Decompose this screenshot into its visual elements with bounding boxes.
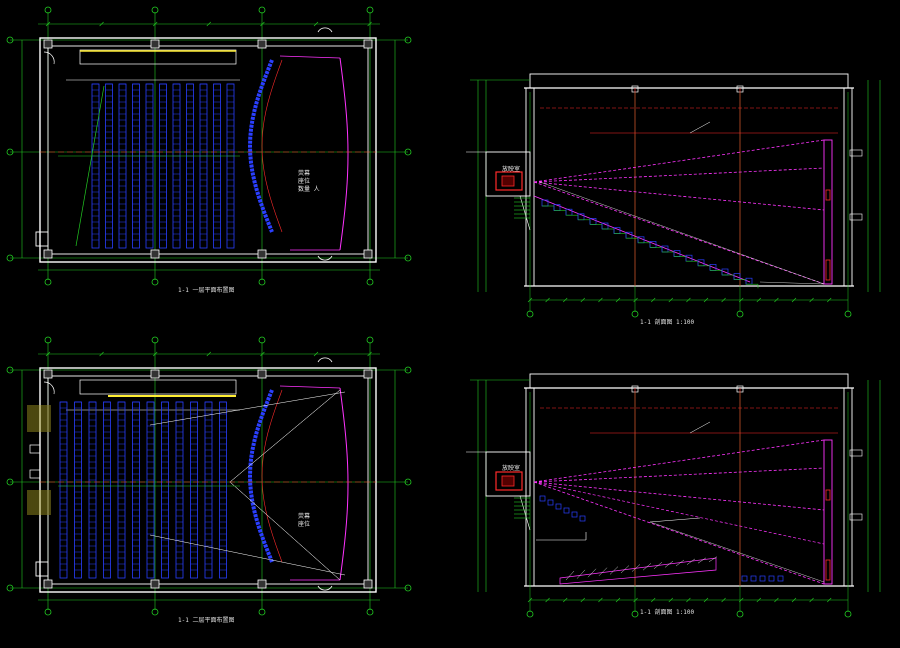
structural-column <box>257 369 267 379</box>
cad-drawing-canvas <box>0 0 900 648</box>
structural-column <box>150 249 160 259</box>
plan-lower-room-note-1: 荧幕 <box>298 513 311 520</box>
plan-upper-room-note-2: 座位 <box>298 178 311 185</box>
section-upper-booth-label: 放映室 <box>502 166 521 173</box>
structural-column <box>363 579 373 589</box>
plan-upper-room-note-1: 荧幕 <box>298 170 311 177</box>
structural-column <box>150 579 160 589</box>
plan-lower-caption: 1-1 二层平面布置图 <box>178 617 235 624</box>
structural-column <box>43 39 53 49</box>
structural-column <box>257 39 267 49</box>
plan-upper-caption: 1-1 一层平面布置图 <box>178 287 235 294</box>
section-lower-booth-label: 放映室 <box>502 465 521 472</box>
structural-column <box>257 249 267 259</box>
structural-column <box>43 369 53 379</box>
structural-column <box>363 369 373 379</box>
structural-column <box>43 249 53 259</box>
plan-lower-room-note-2: 座位 <box>298 521 311 528</box>
projector-lens <box>501 175 515 187</box>
structural-column <box>43 579 53 589</box>
structural-column <box>363 249 373 259</box>
structural-column <box>257 579 267 589</box>
projector-lens <box>501 475 515 487</box>
section-lower-caption: 1-1 剖面图 1:100 <box>640 609 695 616</box>
plan-upper-room-note-3: 数量 人 <box>298 186 320 193</box>
structural-column <box>150 369 160 379</box>
structural-column <box>363 39 373 49</box>
structural-column <box>150 39 160 49</box>
section-upper-caption: 1-1 剖面图 1:100 <box>640 319 695 326</box>
